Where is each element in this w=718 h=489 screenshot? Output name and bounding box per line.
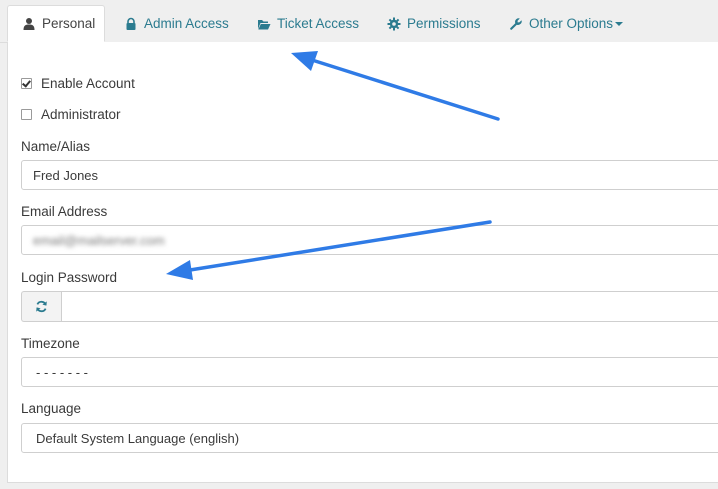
personal-form-panel: Enable Account Administrator Name/Alias … [7, 42, 718, 483]
administrator-label: Administrator [41, 107, 121, 122]
chevron-down-icon [615, 22, 624, 26]
timezone-label: Timezone [21, 336, 80, 351]
email-address-input[interactable]: email@mailserver.com [21, 225, 718, 255]
email-address-label: Email Address [21, 204, 108, 219]
administrator-checkbox[interactable] [21, 109, 32, 120]
tab-ticket-access[interactable]: Ticket Access [257, 6, 359, 41]
language-label: Language [21, 401, 82, 416]
name-alias-label: Name/Alias [21, 139, 91, 154]
tab-permissions-label: Permissions [407, 16, 481, 31]
login-password-group [21, 291, 718, 322]
tab-other-options[interactable]: Other Options [509, 6, 624, 41]
language-select[interactable]: Default System Language (english) [21, 423, 718, 453]
enable-account-checkbox[interactable] [21, 78, 32, 89]
tab-other-options-label: Other Options [529, 16, 614, 31]
enable-account-row[interactable]: Enable Account [21, 76, 135, 91]
name-alias-input[interactable]: Fred Jones [21, 160, 718, 190]
tab-permissions[interactable]: Permissions [387, 6, 481, 41]
login-password-label: Login Password [21, 270, 118, 285]
lock-icon [124, 17, 138, 31]
name-alias-value: Fred Jones [33, 167, 99, 183]
email-address-value: email@mailserver.com [33, 232, 165, 248]
gear-icon [387, 17, 401, 31]
generate-password-button[interactable] [21, 291, 61, 322]
timezone-value: - - - - - - - [36, 364, 88, 380]
tab-ticket-access-label: Ticket Access [277, 16, 360, 31]
tab-admin-access-label: Admin Access [144, 16, 229, 31]
agent-edit-window: Personal Admin Access Ticket Access Perm… [0, 0, 718, 489]
language-value: Default System Language (english) [36, 430, 240, 446]
timezone-select[interactable]: - - - - - - - [21, 357, 718, 387]
tab-admin-access[interactable]: Admin Access [124, 6, 229, 41]
tab-personal[interactable]: Personal [7, 5, 105, 42]
administrator-row[interactable]: Administrator [21, 107, 121, 122]
refresh-icon [35, 300, 48, 313]
tab-personal-label: Personal [42, 16, 96, 31]
wrench-icon [509, 17, 523, 31]
folder-open-icon [257, 17, 271, 31]
login-password-input[interactable] [61, 291, 718, 322]
tab-bar: Personal Admin Access Ticket Access Perm… [0, 0, 718, 43]
user-icon [22, 17, 36, 31]
enable-account-label: Enable Account [41, 76, 135, 91]
